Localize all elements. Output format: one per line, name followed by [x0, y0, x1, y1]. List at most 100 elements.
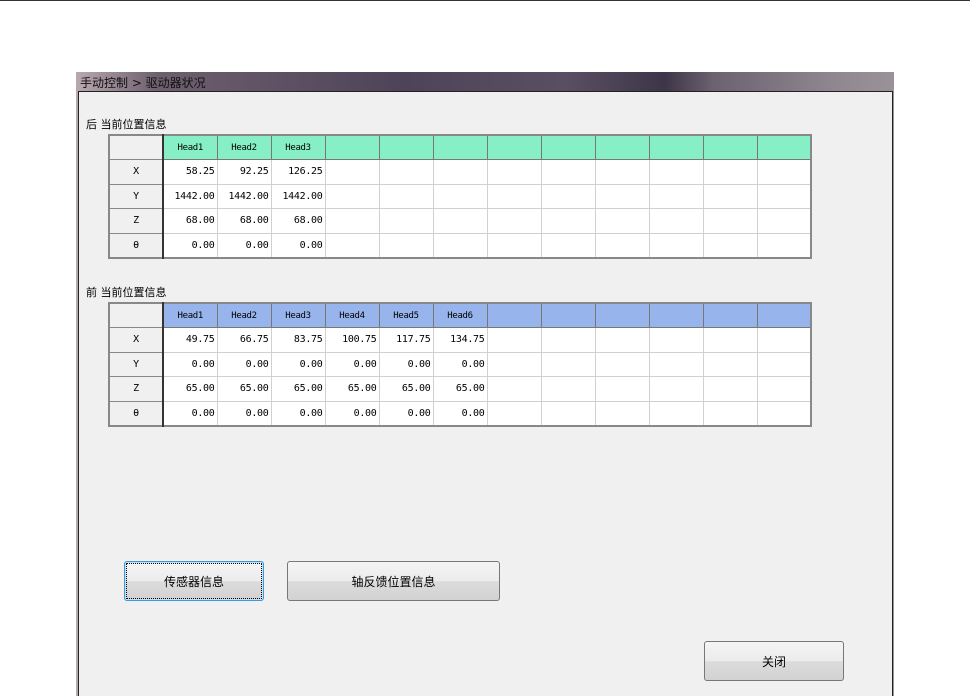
- table-cell[interactable]: 117.75: [378, 327, 434, 353]
- table-cell[interactable]: [432, 232, 488, 258]
- close-button[interactable]: 关闭: [704, 641, 844, 681]
- table-cell[interactable]: [702, 351, 758, 377]
- table-cell[interactable]: [756, 351, 812, 377]
- table-cell[interactable]: [486, 351, 542, 377]
- table-cell[interactable]: [648, 208, 704, 234]
- table-cell[interactable]: [540, 400, 596, 426]
- table-cell[interactable]: [540, 159, 596, 185]
- table-cell[interactable]: 0.00: [324, 400, 380, 426]
- table-cell[interactable]: [756, 232, 812, 258]
- table-cell[interactable]: 68.00: [216, 208, 272, 234]
- table-cell[interactable]: 0.00: [216, 400, 272, 426]
- table-cell[interactable]: [756, 183, 812, 209]
- table-cell[interactable]: 126.25: [270, 159, 326, 185]
- table-cell[interactable]: [594, 376, 650, 402]
- table-cell[interactable]: [486, 400, 542, 426]
- table-cell[interactable]: [540, 232, 596, 258]
- table-cell[interactable]: [486, 208, 542, 234]
- table-cell[interactable]: 0.00: [216, 351, 272, 377]
- sensor-info-button[interactable]: 传感器信息: [124, 561, 264, 601]
- table-cell[interactable]: 65.00: [324, 376, 380, 402]
- table-cell[interactable]: [648, 183, 704, 209]
- table-cell[interactable]: [702, 232, 758, 258]
- table-cell[interactable]: [702, 159, 758, 185]
- table-cell[interactable]: [702, 400, 758, 426]
- table-cell[interactable]: [648, 232, 704, 258]
- table-cell[interactable]: 0.00: [270, 232, 326, 258]
- table-cell[interactable]: 0.00: [216, 232, 272, 258]
- table-cell[interactable]: 0.00: [270, 351, 326, 377]
- table-cell[interactable]: 134.75: [432, 327, 488, 353]
- axis-feedback-position-button[interactable]: 轴反馈位置信息: [287, 561, 500, 601]
- table-cell[interactable]: [702, 183, 758, 209]
- table-cell[interactable]: [432, 208, 488, 234]
- table-cell[interactable]: [324, 159, 380, 185]
- table-cell[interactable]: [702, 327, 758, 353]
- table-cell[interactable]: [324, 232, 380, 258]
- table-cell[interactable]: 66.75: [216, 327, 272, 353]
- table-cell[interactable]: 1442.00: [216, 183, 272, 209]
- table-cell[interactable]: 0.00: [162, 232, 218, 258]
- table-cell[interactable]: [540, 183, 596, 209]
- table-cell[interactable]: [540, 208, 596, 234]
- table-cell[interactable]: [594, 351, 650, 377]
- table-cell[interactable]: [648, 400, 704, 426]
- table-cell[interactable]: [648, 376, 704, 402]
- table-cell[interactable]: 1442.00: [162, 183, 218, 209]
- table-cell[interactable]: [432, 183, 488, 209]
- table-cell[interactable]: [756, 400, 812, 426]
- table-cell[interactable]: 65.00: [216, 376, 272, 402]
- table-cell[interactable]: [756, 208, 812, 234]
- table-cell[interactable]: [486, 159, 542, 185]
- table-cell[interactable]: [540, 327, 596, 353]
- table-cell[interactable]: [486, 232, 542, 258]
- table-cell[interactable]: [594, 159, 650, 185]
- table-cell[interactable]: [594, 327, 650, 353]
- table-cell[interactable]: 1442.00: [270, 183, 326, 209]
- table-cell[interactable]: [378, 208, 434, 234]
- table-cell[interactable]: [702, 208, 758, 234]
- table-cell[interactable]: [648, 351, 704, 377]
- table-cell[interactable]: [594, 400, 650, 426]
- table-cell[interactable]: [378, 232, 434, 258]
- table-cell[interactable]: 0.00: [378, 400, 434, 426]
- table-cell[interactable]: 65.00: [270, 376, 326, 402]
- table-cell[interactable]: 0.00: [432, 351, 488, 377]
- table-cell[interactable]: [378, 159, 434, 185]
- table-cell[interactable]: [432, 159, 488, 185]
- table-cell[interactable]: 49.75: [162, 327, 218, 353]
- table-cell[interactable]: 65.00: [432, 376, 488, 402]
- table-cell[interactable]: 65.00: [378, 376, 434, 402]
- table-cell[interactable]: 0.00: [324, 351, 380, 377]
- table-cell[interactable]: [756, 376, 812, 402]
- table-cell[interactable]: [648, 327, 704, 353]
- table-cell[interactable]: 68.00: [270, 208, 326, 234]
- table-cell[interactable]: [756, 327, 812, 353]
- table-row: Z 65.00 65.00 65.00 65.00 65.00 65.00: [108, 376, 812, 402]
- table-cell[interactable]: [486, 327, 542, 353]
- table-cell[interactable]: [378, 183, 434, 209]
- table-cell[interactable]: 68.00: [162, 208, 218, 234]
- table-cell[interactable]: [324, 183, 380, 209]
- table-cell[interactable]: 0.00: [432, 400, 488, 426]
- table-cell[interactable]: 58.25: [162, 159, 218, 185]
- table-cell[interactable]: [756, 159, 812, 185]
- table-cell[interactable]: [594, 183, 650, 209]
- table-cell[interactable]: 0.00: [270, 400, 326, 426]
- table-cell[interactable]: [702, 376, 758, 402]
- table-cell[interactable]: 65.00: [162, 376, 218, 402]
- table-cell[interactable]: 100.75: [324, 327, 380, 353]
- table-cell[interactable]: 0.00: [378, 351, 434, 377]
- table-cell[interactable]: 83.75: [270, 327, 326, 353]
- table-cell[interactable]: [486, 376, 542, 402]
- table-cell[interactable]: [540, 351, 596, 377]
- table-cell[interactable]: [324, 208, 380, 234]
- table-cell[interactable]: 0.00: [162, 400, 218, 426]
- table-cell[interactable]: [648, 159, 704, 185]
- table-cell[interactable]: 0.00: [162, 351, 218, 377]
- table-cell[interactable]: [540, 376, 596, 402]
- table-cell[interactable]: [594, 208, 650, 234]
- table-cell[interactable]: [594, 232, 650, 258]
- table-cell[interactable]: 92.25: [216, 159, 272, 185]
- table-cell[interactable]: [486, 183, 542, 209]
